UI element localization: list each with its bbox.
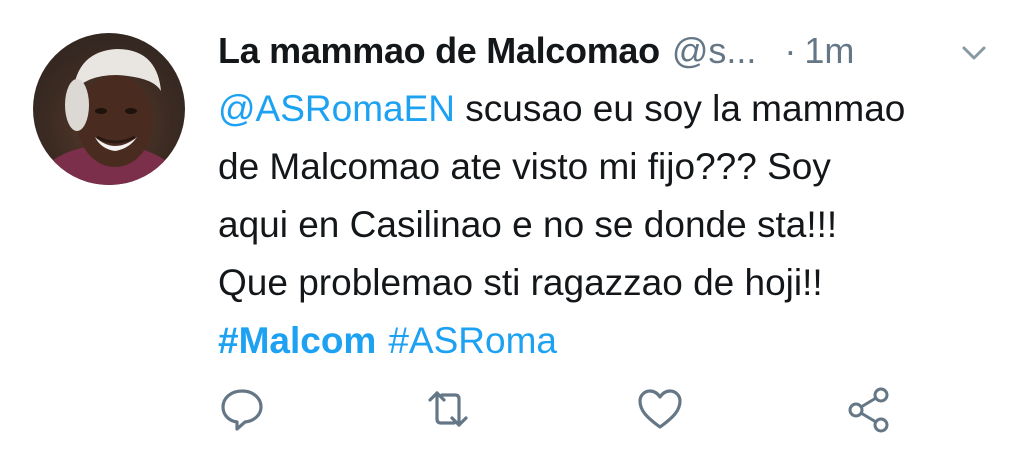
tweet-text-segment: scusao eu soy la mammao xyxy=(455,88,906,129)
separator: · xyxy=(784,30,797,71)
like-icon[interactable] xyxy=(636,385,684,433)
mention-link[interactable]: @ASRomaEN xyxy=(218,88,455,129)
avatar[interactable] xyxy=(33,33,185,185)
retweet-icon[interactable] xyxy=(424,385,472,433)
user-handle[interactable]: @s... xyxy=(672,30,757,72)
tweet-header: La mammao de Malcomao @s... · 1m xyxy=(218,26,854,76)
reply-icon[interactable] xyxy=(218,385,266,433)
chevron-down-icon[interactable] xyxy=(956,34,992,70)
tweet-line-2: de Malcomao ate visto mi fijo??? Soy xyxy=(218,146,831,187)
tweet-line-1: @ASRomaEN scusao eu soy la mammao xyxy=(218,80,1008,138)
timestamp[interactable]: 1m xyxy=(804,30,854,72)
hashtag-link[interactable]: #Malcom xyxy=(218,320,376,361)
hashtags: #Malcom #ASRoma xyxy=(218,312,1008,370)
tweet-line-4: Que problemao sti ragazzao de hoji!! xyxy=(218,262,823,303)
action-bar xyxy=(0,385,1024,435)
share-icon[interactable] xyxy=(845,385,893,433)
hashtag-link[interactable]: #ASRoma xyxy=(388,320,557,361)
display-name[interactable]: La mammao de Malcomao xyxy=(218,30,660,72)
tweet-line-3: aqui en Casilinao e no se donde sta!!! xyxy=(218,204,838,245)
tweet-text: @ASRomaEN scusao eu soy la mammao de Mal… xyxy=(218,80,1008,370)
